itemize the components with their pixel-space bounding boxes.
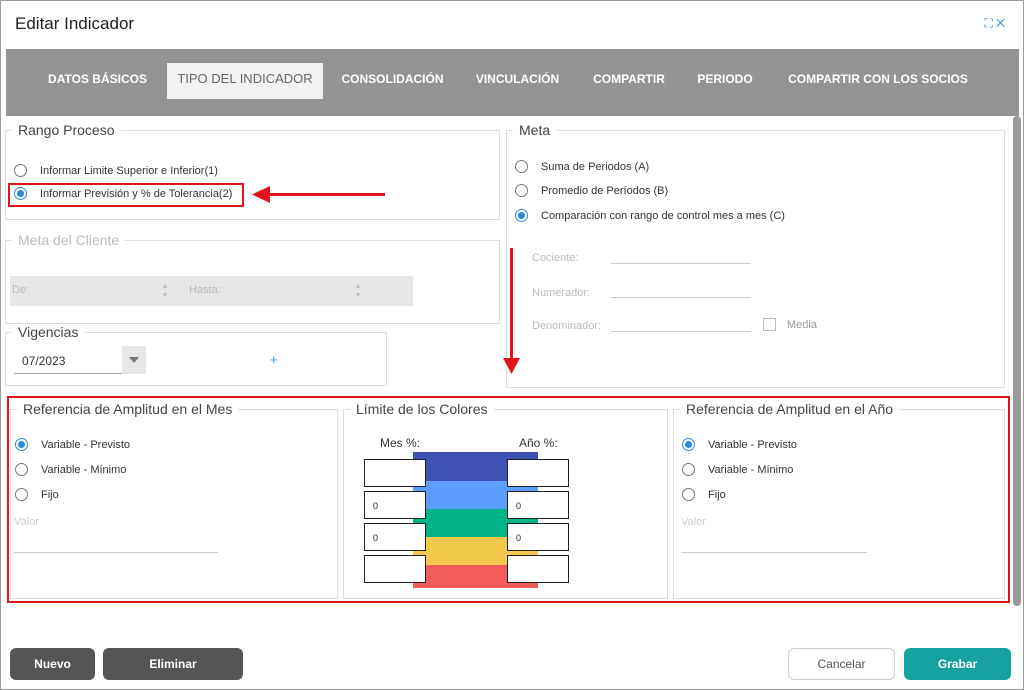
radio-comparacion-rango[interactable]: Comparación con rango de control mes a m… <box>515 209 785 222</box>
tab-compartir-socios[interactable]: COMPARTIR CON LOS SOCIOS <box>781 63 975 99</box>
expand-icon[interactable]: ⛶ <box>984 16 995 30</box>
cociente-input <box>611 263 751 264</box>
denominador-input <box>611 331 751 332</box>
radio-suma-periodos[interactable]: Suma de Periodos (A) <box>515 160 649 173</box>
add-vigencia-button[interactable]: + <box>270 352 278 367</box>
scrollbar[interactable] <box>1013 116 1021 636</box>
numerador-label: Numerador: <box>532 287 591 299</box>
vigencias-select[interactable]: 07/2023 <box>14 346 146 374</box>
dialog-title: Editar Indicador <box>15 14 135 33</box>
eliminar-button[interactable]: Eliminar <box>103 648 243 680</box>
vigencias-value: 07/2023 <box>22 354 66 368</box>
radio-icon <box>515 184 528 197</box>
radio-icon <box>515 160 528 173</box>
vigencias-legend: Vigencias <box>18 324 79 340</box>
hasta-spinner-icon: ▲ ▼ <box>354 283 362 299</box>
annotation-highlight-box <box>8 183 244 207</box>
radio-limite-superior-inferior[interactable]: Informar Limite Superior e Inferior(1) <box>14 164 218 177</box>
annotation-section-box <box>7 396 1010 603</box>
tab-consolidacion[interactable]: CONSOLIDACIÓN <box>336 63 449 99</box>
window-controls: ⛶✕ <box>984 16 1008 31</box>
numerador-input <box>611 297 751 298</box>
cociente-label: Cociente: <box>532 252 579 264</box>
tab-datos-basicos[interactable]: DATOS BÁSICOS <box>40 63 155 99</box>
radio-label: Promedio de Períodos (B) <box>541 184 669 197</box>
tab-vinculacion[interactable]: VINCULACIÓN <box>469 63 566 99</box>
annotation-arrow-down <box>510 248 513 360</box>
radio-label: Informar Limite Superior e Inferior(1) <box>40 164 218 177</box>
annotation-arrowhead-left <box>252 186 270 203</box>
tab-tipo-del-indicador[interactable]: TIPO DEL INDICADOR <box>167 63 323 99</box>
tab-bar: DATOS BÁSICOS TIPO DEL INDICADOR CONSOLI… <box>6 49 1019 116</box>
close-icon[interactable]: ✕ <box>996 16 1008 30</box>
media-label: Media <box>787 319 817 331</box>
tab-compartir[interactable]: COMPARTIR <box>588 63 670 99</box>
annotation-arrow-left <box>268 193 385 196</box>
radio-label: Suma de Periodos (A) <box>541 160 650 173</box>
scrollbar-thumb[interactable] <box>1013 116 1021 606</box>
cancelar-button[interactable]: Cancelar <box>788 648 895 680</box>
annotation-arrowhead-down <box>503 358 520 374</box>
hasta-label: Hasta: <box>189 284 221 296</box>
nuevo-button[interactable]: Nuevo <box>10 648 95 680</box>
denominador-label: Denominador: <box>532 320 602 332</box>
tab-periodo[interactable]: PERIODO <box>694 63 756 99</box>
rango-proceso-legend: Rango Proceso <box>18 122 115 138</box>
meta-cliente-legend: Meta del Cliente <box>18 232 120 248</box>
chevron-down-icon[interactable] <box>122 346 146 374</box>
radio-label: Comparación con rango de control mes a m… <box>541 209 785 222</box>
radio-promedio-periodos[interactable]: Promedio de Períodos (B) <box>515 184 668 197</box>
radio-selected-icon <box>515 209 528 222</box>
de-label: De: <box>12 284 30 296</box>
media-checkbox <box>763 318 776 331</box>
de-spinner-icon: ▲ ▼ <box>161 283 169 299</box>
meta-legend: Meta <box>519 122 551 138</box>
grabar-button[interactable]: Grabar <box>904 648 1011 680</box>
radio-icon <box>14 164 27 177</box>
